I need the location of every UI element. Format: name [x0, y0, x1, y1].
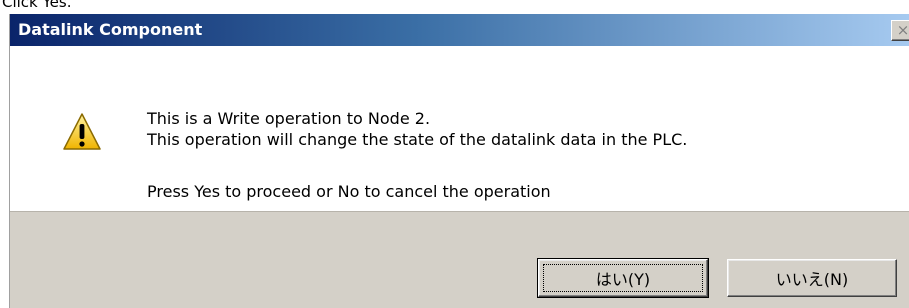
warning-dialog: Datalink Component × This is a Write ope… — [9, 14, 909, 308]
close-button[interactable]: × — [891, 20, 909, 41]
no-button[interactable]: いいえ(N) — [727, 259, 897, 297]
no-button-label: いいえ(N) — [775, 270, 849, 289]
dialog-title: Datalink Component — [18, 20, 203, 39]
message-line-1: This is a Write operation to Node 2. — [147, 109, 431, 128]
warning-icon — [63, 113, 101, 150]
instruction-caption: Click Yes. — [2, 0, 72, 11]
yes-button[interactable]: はい(Y) — [537, 258, 709, 298]
dialog-titlebar[interactable]: Datalink Component × — [10, 14, 909, 46]
yes-button-label: はい(Y) — [595, 270, 651, 289]
message-line-3: Press Yes to proceed or No to cancel the… — [147, 182, 551, 201]
page: Click Yes. Datalink Component × This is … — [0, 0, 909, 308]
close-icon: × — [896, 21, 909, 39]
message-line-2: This operation will change the state of … — [147, 130, 688, 149]
